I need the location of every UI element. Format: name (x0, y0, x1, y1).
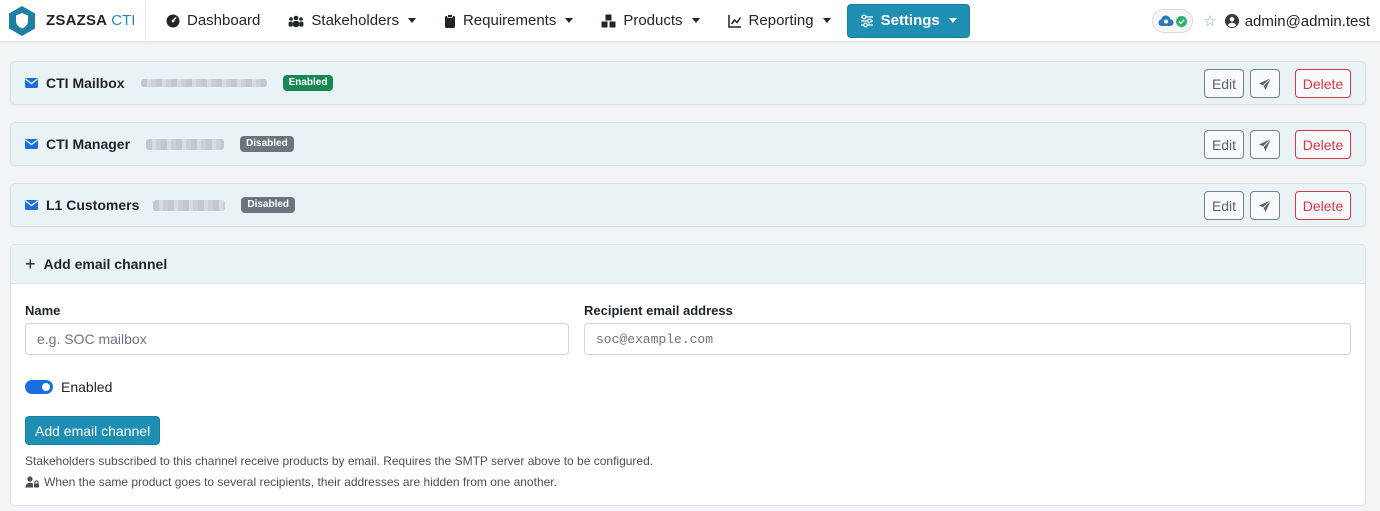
send-test-button[interactable] (1250, 69, 1280, 98)
email-label: Recipient email address (584, 303, 733, 318)
hint-text: Stakeholders subscribed to this channel … (25, 454, 653, 468)
nav-requirements-label: Requirements (462, 12, 557, 29)
star-icon[interactable]: ☆ (1203, 12, 1216, 30)
delete-button[interactable]: Delete (1295, 130, 1351, 159)
hint-privacy-text: When the same product goes to several re… (44, 475, 557, 489)
hint-privacy: When the same product goes to several re… (25, 475, 557, 489)
nav-settings[interactable]: Settings (846, 3, 970, 38)
envelope-icon (25, 139, 38, 149)
edit-button[interactable]: Edit (1204, 69, 1244, 98)
delete-button[interactable]: Delete (1295, 69, 1351, 98)
brand-name: ZSAZSA (46, 12, 108, 29)
paper-plane-icon (1259, 199, 1272, 212)
nav-requirements[interactable]: Requirements (432, 4, 585, 38)
send-test-button[interactable] (1250, 191, 1280, 220)
status-badge: Disabled (241, 197, 296, 213)
dashboard-icon (166, 14, 180, 27)
envelope-icon (25, 78, 38, 88)
brand[interactable]: ZSAZSA CTI (0, 0, 146, 41)
top-navbar: ZSAZSA CTI Dashboard Stakeholders Requir… (0, 0, 1380, 42)
channel-actions: Edit Delete (1204, 191, 1351, 220)
paper-plane-icon (1259, 77, 1272, 90)
nav-stakeholders[interactable]: Stakeholders (276, 4, 428, 38)
navbar-right: ☆ admin@admin.test (1152, 0, 1370, 42)
edit-button[interactable]: Edit (1204, 130, 1244, 159)
edit-button[interactable]: Edit (1204, 191, 1244, 220)
redacted-email (140, 79, 267, 87)
add-email-channel-button[interactable]: Add email channel (25, 416, 161, 445)
channel-name: L1 Customers (46, 197, 140, 213)
channel-name: CTI Manager (46, 136, 131, 152)
status-badge: Disabled (240, 136, 294, 152)
channel-actions: Edit Delete (1204, 69, 1351, 98)
check-circle-icon (1176, 15, 1188, 27)
nav-reporting-label: Reporting (748, 12, 814, 29)
redacted-email (153, 199, 226, 211)
nav-dashboard-label: Dashboard (187, 12, 261, 29)
paper-plane-icon (1259, 138, 1272, 151)
email-input[interactable]: soc@example.com (584, 323, 1351, 355)
name-label: Name (25, 303, 61, 318)
cloud-sync-icon (1158, 15, 1174, 26)
channel-card: L1 Customers Disabled Edit Delete (10, 183, 1366, 227)
channel-card: CTI Mailbox Enabled Edit Delete (10, 61, 1366, 105)
brand-suffix: CTI (111, 12, 136, 29)
sliders-icon (860, 14, 873, 27)
nav-reporting[interactable]: Reporting (716, 4, 843, 38)
nav-dashboard[interactable]: Dashboard (154, 4, 272, 38)
chevron-down-icon (691, 18, 700, 23)
add-panel-header[interactable]: + Add email channel (11, 245, 1365, 284)
channel-name: CTI Mailbox (46, 75, 125, 91)
nav-settings-label: Settings (880, 12, 940, 29)
chart-line-icon (727, 14, 741, 28)
status-badge: Enabled (282, 75, 334, 91)
nav-products-label: Products (623, 12, 683, 29)
user-menu[interactable]: admin@admin.test (1224, 12, 1370, 30)
nav-products[interactable]: Products (589, 4, 711, 38)
name-input[interactable]: e.g. SOC mailbox (25, 323, 569, 355)
channel-card: CTI Manager Disabled Edit Delete (10, 122, 1366, 166)
delete-button[interactable]: Delete (1295, 191, 1351, 220)
enabled-label: Enabled (61, 379, 113, 395)
user-email: admin@admin.test (1244, 12, 1370, 30)
chevron-down-icon (407, 18, 416, 23)
chevron-down-icon (822, 18, 831, 23)
shield-logo-icon (9, 5, 35, 36)
redacted-email (146, 138, 225, 150)
channel-actions: Edit Delete (1204, 130, 1351, 159)
plus-icon: + (25, 254, 36, 274)
envelope-icon (25, 200, 38, 210)
clipboard-icon (444, 13, 455, 28)
add-panel-title: Add email channel (43, 256, 168, 272)
hint-smtp: Stakeholders subscribed to this channel … (25, 454, 654, 468)
chevron-down-icon (565, 18, 574, 23)
enabled-toggle[interactable] (25, 380, 53, 394)
user-circle-icon (1224, 14, 1239, 28)
nav-stakeholders-label: Stakeholders (311, 12, 399, 29)
boxes-icon (601, 14, 616, 27)
connection-status[interactable] (1152, 9, 1194, 33)
user-lock-icon (25, 476, 39, 488)
enabled-toggle-row: Enabled (25, 379, 112, 395)
add-email-channel-panel: + Add email channel Name e.g. SOC mailbo… (10, 244, 1366, 506)
users-icon (288, 15, 304, 27)
send-test-button[interactable] (1250, 130, 1280, 159)
chevron-down-icon (948, 18, 957, 23)
